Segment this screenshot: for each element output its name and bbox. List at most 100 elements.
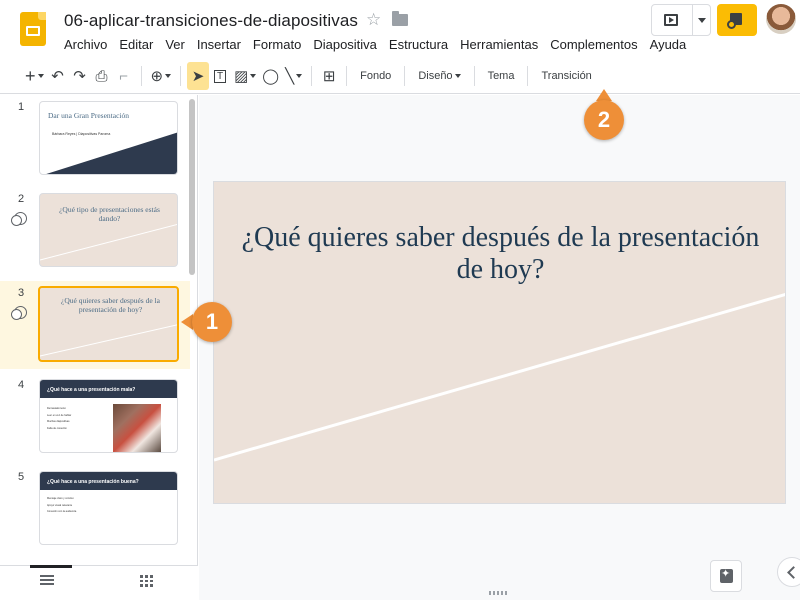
filmstrip-scrollbar[interactable] — [189, 99, 195, 275]
chevron-down-icon[interactable] — [165, 74, 172, 78]
thumb-bullets: Demasiado texto Leer en vez de hablar Mu… — [47, 406, 71, 432]
chevron-down-icon[interactable] — [37, 74, 44, 78]
slide-number: 4 — [18, 379, 25, 391]
undo-button[interactable]: ↶ — [47, 62, 69, 90]
chevron-down-icon[interactable] — [296, 74, 303, 78]
slide-number: 2 — [18, 193, 25, 205]
chevron-down-icon[interactable] — [698, 18, 706, 23]
thumb-bullet: Falta de conexión — [47, 426, 67, 430]
layout-button[interactable]: Diseño — [411, 62, 467, 90]
transition-button[interactable]: Transición — [534, 62, 598, 90]
grid-view-icon[interactable] — [140, 575, 153, 587]
side-panel-toggle[interactable] — [777, 557, 800, 587]
thumb-title: ¿Qué hace a una presentación buena? — [47, 479, 139, 485]
chevron-down-icon[interactable] — [250, 74, 257, 78]
slide-title[interactable]: ¿Qué quieres saber después de la present… — [234, 222, 767, 286]
lock-icon — [727, 13, 742, 29]
thumb-title: Dar una Gran Presentación — [48, 111, 130, 120]
slide-thumbnail[interactable]: ¿Qué tipo de presentaciones estás dando? — [39, 193, 178, 267]
menu-complementos[interactable]: Complementos — [544, 36, 643, 54]
star-icon[interactable]: ☆ — [366, 10, 381, 30]
filmstrip-slide-4[interactable]: 4 ¿Qué hace a una presentación mala? Dem… — [0, 373, 190, 461]
thumb-subtitle: Bárbara Reyes | Diapositivas Paroma — [52, 132, 111, 136]
menu-bar: Archivo Editar Ver Insertar Formato Diap… — [58, 36, 692, 54]
thumb-bullet: Muchas diapositivas — [47, 420, 70, 423]
line-icon: ╲ — [285, 68, 295, 85]
add-comment-button[interactable]: ⊞ — [318, 62, 340, 90]
present-icon — [664, 14, 678, 26]
share-button[interactable] — [717, 4, 757, 36]
filmstrip-slide-3[interactable]: 3 ¿Qué quieres saber después de la prese… — [0, 281, 190, 369]
folder-icon[interactable] — [392, 11, 408, 26]
menu-diapositiva[interactable]: Diapositiva — [307, 36, 383, 54]
slide-number: 5 — [18, 471, 25, 483]
slide-thumbnail[interactable]: Dar una Gran Presentación Bárbara Reyes … — [39, 101, 178, 175]
new-slide-button[interactable]: + — [22, 62, 47, 90]
photo-image — [113, 404, 161, 452]
transition-icon — [11, 306, 27, 320]
text-box-icon: T — [214, 69, 227, 83]
theme-button[interactable]: Tema — [481, 62, 522, 90]
shape-button[interactable]: ◯ — [259, 62, 282, 90]
image-icon: ▨ — [234, 68, 249, 85]
print-icon: ⎙ — [95, 67, 108, 85]
menu-editar[interactable]: Editar — [113, 36, 159, 54]
slide-thumbnail[interactable]: ¿Qué hace a una presentación buena? Mens… — [39, 471, 178, 545]
print-button[interactable]: ⎙ — [91, 62, 113, 90]
filmstrip-slide-2[interactable]: 2 ¿Qué tipo de presentaciones estás dand… — [0, 187, 190, 275]
menu-estructura[interactable]: Estructura — [383, 36, 454, 54]
avatar[interactable] — [766, 4, 796, 34]
callout-1: 1 — [192, 302, 232, 342]
slide-number: 1 — [18, 101, 25, 113]
undo-icon: ↶ — [51, 68, 64, 85]
filmstrip-slide-1[interactable]: 1 Dar una Gran Presentación Bárbara Reye… — [0, 95, 190, 183]
canvas-area: ¿Qué quieres saber después de la present… — [199, 95, 800, 600]
menu-ayuda[interactable]: Ayuda — [644, 36, 693, 54]
slide-thumbnail-selected[interactable]: ¿Qué quieres saber después de la present… — [38, 286, 179, 362]
transition-icon — [11, 212, 27, 226]
slides-logo-icon[interactable] — [20, 12, 46, 46]
present-button[interactable] — [651, 4, 711, 36]
document-title[interactable]: 06-aplicar-transiciones-de-diapositivas — [64, 11, 358, 31]
select-tool-button[interactable]: ➤ — [187, 62, 210, 90]
plus-icon: + — [25, 65, 36, 86]
shape-icon: ◯ — [262, 68, 280, 85]
explore-button[interactable] — [710, 560, 742, 592]
zoom-icon: ⊕ — [150, 68, 164, 85]
filmstrip-slide-5[interactable]: 5 ¿Qué hace a una presentación buena? Me… — [0, 465, 190, 553]
cursor-icon: ➤ — [191, 68, 205, 85]
thumb-bullets: Mensaje claro y conciso Apoyo visual rel… — [47, 496, 76, 516]
redo-icon: ↷ — [73, 68, 86, 85]
zoom-button[interactable]: ⊕ — [148, 62, 175, 90]
chevron-down-icon — [454, 74, 461, 78]
header: 06-aplicar-transiciones-de-diapositivas … — [0, 0, 800, 58]
thumb-title: ¿Qué hace a una presentación mala? — [47, 387, 136, 393]
filmstrip: 1 Dar una Gran Presentación Bárbara Reye… — [0, 95, 198, 600]
background-button[interactable]: Fondo — [353, 62, 398, 90]
paint-format-icon: ⌐ — [119, 67, 128, 85]
list-view-icon[interactable] — [40, 575, 54, 585]
line-button[interactable]: ╲ — [282, 62, 305, 90]
filmstrip-active-indicator — [30, 565, 72, 568]
menu-insertar[interactable]: Insertar — [191, 36, 247, 54]
speaker-notes-handle[interactable] — [489, 591, 509, 595]
thumb-bullet: Mensaje claro y conciso — [47, 497, 74, 500]
menu-archivo[interactable]: Archivo — [58, 36, 113, 54]
add-comment-icon: ⊞ — [322, 68, 336, 85]
thumb-title: ¿Qué quieres saber después de la present… — [61, 296, 160, 314]
menu-ver[interactable]: Ver — [159, 36, 191, 54]
explore-icon — [720, 567, 733, 583]
image-button[interactable]: ▨ — [231, 62, 259, 90]
menu-herramientas[interactable]: Herramientas — [454, 36, 544, 54]
slide-thumbnail[interactable]: ¿Qué hace a una presentación mala? Demas… — [39, 379, 178, 453]
paint-format-button[interactable]: ⌐ — [113, 62, 135, 90]
slide-number: 3 — [18, 287, 25, 299]
redo-button[interactable]: ↷ — [69, 62, 91, 90]
menu-formato[interactable]: Formato — [247, 36, 307, 54]
main-slide[interactable]: ¿Qué quieres saber después de la present… — [213, 181, 786, 504]
thumb-title: ¿Qué tipo de presentaciones estás dando? — [59, 205, 160, 223]
text-box-button[interactable]: T — [209, 62, 231, 90]
slides-app: 06-aplicar-transiciones-de-diapositivas … — [0, 0, 800, 600]
layout-label: Diseño — [418, 70, 453, 82]
callout-2: 2 — [584, 100, 624, 140]
